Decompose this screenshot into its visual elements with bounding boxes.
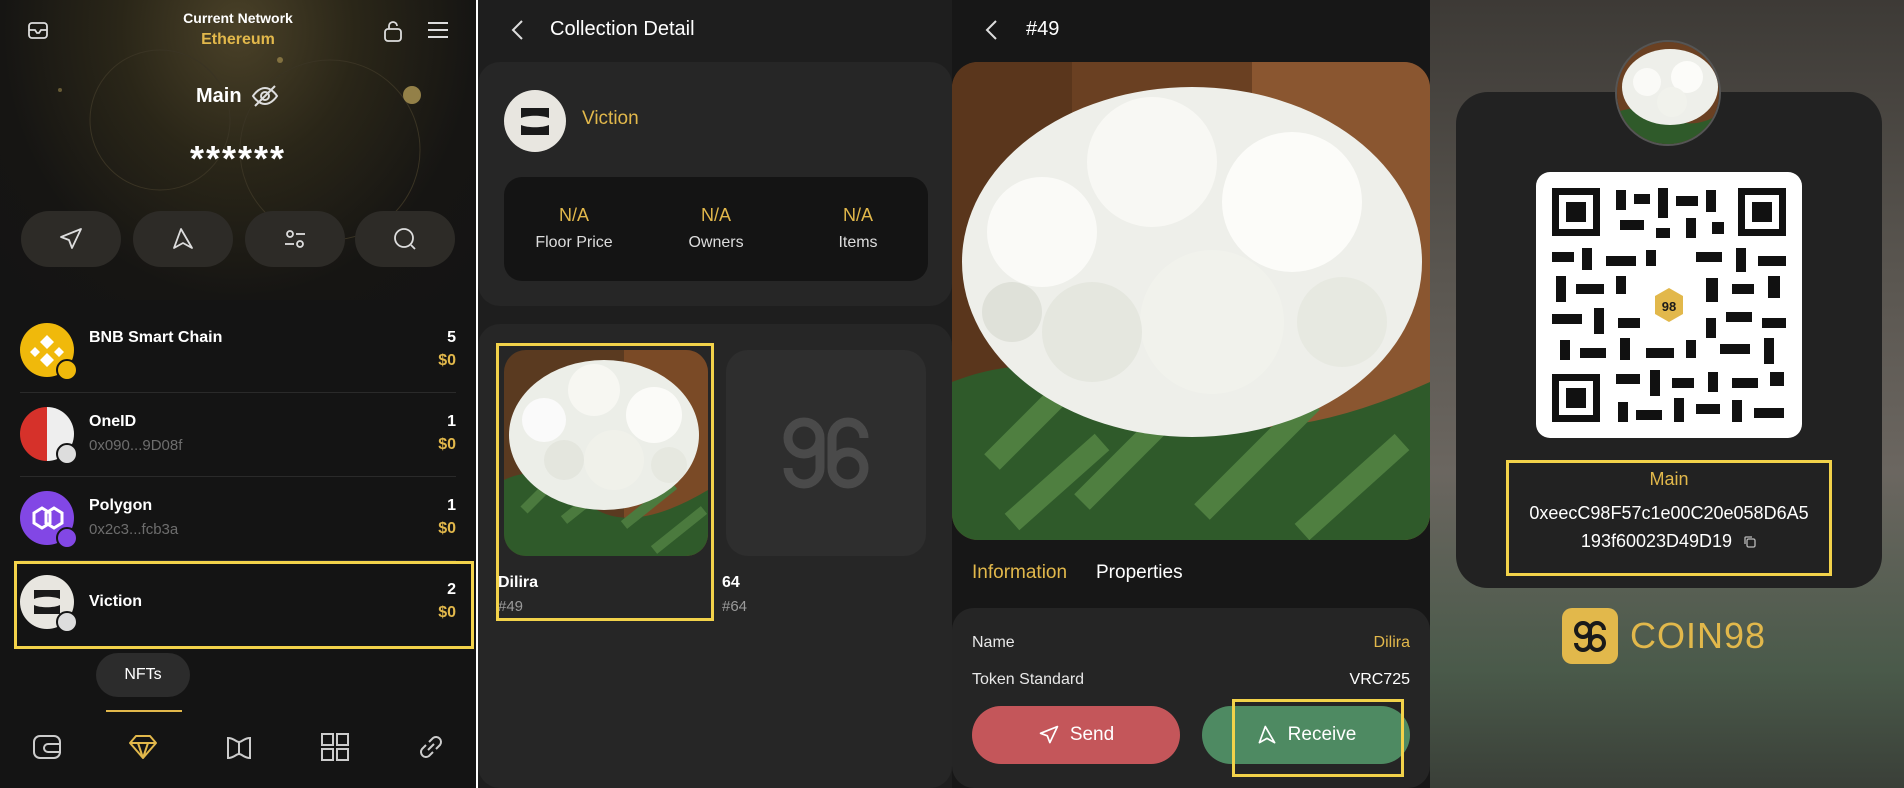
chain-value: $0 [438, 352, 456, 369]
page-title: Collection Detail [550, 18, 695, 40]
nft-avatar [1615, 40, 1721, 146]
info-key: Name [972, 634, 1015, 651]
receive-screen: 98 Main 0xeecC98F57c1e00C20e058D6A5 193f… [1430, 0, 1904, 788]
stat-label: Owners [688, 234, 744, 251]
stat-items: N/A Items [788, 205, 928, 252]
tab-information[interactable]: Information [972, 562, 1067, 584]
chain-name: BNB Smart Chain [89, 329, 223, 346]
bridge-tab-icon[interactable] [222, 730, 256, 764]
address-wallet-name: Main [1649, 469, 1689, 489]
swap-action-button[interactable] [245, 211, 345, 267]
nft-count: 1 [447, 497, 456, 514]
nft-thumbnail-placeholder[interactable] [726, 350, 926, 556]
back-arrow-icon[interactable] [982, 18, 1002, 42]
send-icon [60, 228, 82, 249]
nft-count: 5 [447, 329, 456, 346]
network-title: Current Network [183, 10, 293, 26]
info-value: VRC725 [1349, 671, 1410, 688]
svg-text:98: 98 [1662, 299, 1676, 314]
wallet-name: Main [196, 85, 242, 107]
nfts-tooltip: NFTs [96, 653, 190, 697]
stat-owners: N/A Owners [646, 205, 786, 252]
copy-icon[interactable] [1743, 535, 1757, 549]
coin98-placeholder-icon [783, 417, 869, 489]
page-title: #49 [1026, 18, 1060, 40]
eye-off-icon[interactable] [251, 84, 279, 108]
stat-value: N/A [842, 205, 873, 225]
stat-floor-price: N/A Floor Price [504, 205, 644, 252]
nft-diamond-tab-icon[interactable] [126, 730, 160, 764]
nft-count: 1 [447, 413, 456, 430]
send-icon [1039, 725, 1059, 744]
search-action-button[interactable] [355, 211, 455, 267]
address-box[interactable]: Main 0xeecC98F57c1e00C20e058D6A5 193f600… [1506, 460, 1832, 576]
nft-image-flowers [952, 62, 1430, 540]
send-label: Send [1069, 724, 1115, 745]
lock-icon[interactable] [382, 19, 404, 43]
send-action-button[interactable] [21, 211, 121, 267]
nft-detail-screen: #49 Information Properties Name Dilira T… [952, 0, 1430, 788]
nft-id: #64 [722, 598, 748, 615]
network-name[interactable]: Ethereum [0, 31, 476, 49]
sliders-icon [285, 230, 305, 248]
collection-name: Viction [582, 108, 639, 129]
bnb-chain-icon [20, 323, 78, 381]
viction-collection-icon [504, 90, 566, 152]
chain-name: Polygon [89, 497, 153, 514]
brand-name: COIN98 [1630, 615, 1767, 656]
receive-action-button[interactable] [133, 211, 233, 267]
stat-value: N/A [700, 205, 731, 225]
chain-row-bnb[interactable]: BNB Smart Chain 5 $0 [20, 309, 456, 393]
info-value: Dilira [1373, 634, 1410, 651]
search-icon [394, 228, 416, 250]
stat-label: Floor Price [535, 234, 613, 251]
oneid-chain-icon [20, 407, 78, 465]
back-arrow-icon[interactable] [508, 18, 528, 42]
receive-icon [173, 228, 193, 249]
nft-name: 64 [722, 574, 740, 591]
send-button[interactable]: Send [972, 706, 1180, 764]
stat-value: N/A [558, 205, 589, 225]
active-tab-indicator [106, 710, 182, 712]
chain-address: 0x090...9D08f [89, 437, 183, 454]
menu-icon[interactable] [427, 20, 449, 40]
tab-properties[interactable]: Properties [1096, 562, 1183, 584]
collection-detail-screen: Collection Detail Viction N/A Floor Pric… [478, 0, 952, 788]
wallet-address-line1: 0xeecC98F57c1e00C20e058D6A5 [1529, 503, 1809, 523]
info-key: Token Standard [972, 671, 1085, 688]
chain-value: $0 [438, 436, 456, 453]
viction-highlight [14, 561, 474, 649]
chain-row-oneid[interactable]: OneID 0x090...9D08f 1 $0 [20, 393, 456, 477]
nft-selected-highlight [496, 343, 714, 621]
polygon-chain-icon [20, 491, 78, 549]
chain-address: 0x2c3...fcb3a [89, 521, 179, 538]
collection-stats: N/A Floor Price N/A Owners N/A Items [504, 177, 928, 281]
stat-label: Items [838, 234, 878, 251]
coin98-logo-icon [1562, 608, 1618, 664]
apps-grid-tab-icon[interactable] [318, 730, 352, 764]
coin98-brand: COIN98 [1562, 608, 1766, 664]
wallet-address-line2: 193f60023D49D19 [1580, 531, 1733, 551]
address-qr-code: 98 [1536, 172, 1802, 438]
wallet-address[interactable]: 0xeecC98F57c1e00C20e058D6A5 193f60023D49… [1509, 499, 1829, 555]
wallet-home-screen: Current Network Ethereum Main ****** BNB… [0, 0, 476, 788]
receive-highlight [1232, 699, 1404, 777]
chain-value: $0 [438, 520, 456, 537]
chain-name: OneID [89, 413, 137, 430]
chain-row-polygon[interactable]: Polygon 0x2c3...fcb3a 1 $0 [20, 477, 456, 561]
balance-hidden: ****** [189, 138, 287, 179]
link-tab-icon[interactable] [414, 730, 448, 764]
wallet-tab-icon[interactable] [30, 730, 64, 764]
